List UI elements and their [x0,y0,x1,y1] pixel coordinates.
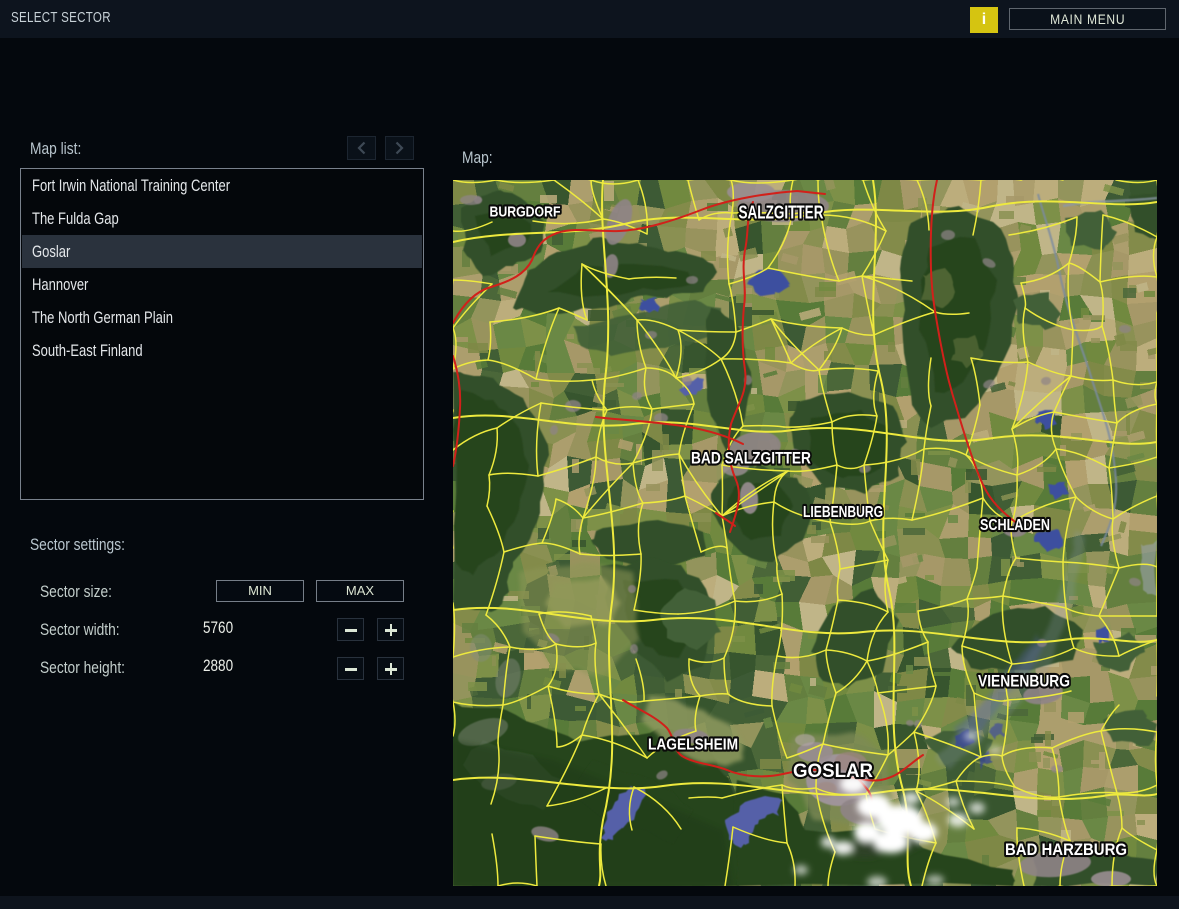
svg-text:BURGDORF: BURGDORF [490,205,561,221]
svg-text:SCHLADEN: SCHLADEN [980,517,1050,534]
svg-text:SALZGITTER: SALZGITTER [739,203,824,223]
svg-text:BAD HARZBURG: BAD HARZBURG [1005,841,1127,859]
svg-text:VIENENBURG: VIENENBURG [978,673,1070,691]
svg-text:LIEBENBURG: LIEBENBURG [803,504,883,521]
svg-text:GOSLAR: GOSLAR [793,760,873,782]
svg-text:BAD SALZGITTER: BAD SALZGITTER [691,449,811,468]
svg-text:LAGELSHEIM: LAGELSHEIM [648,736,738,753]
